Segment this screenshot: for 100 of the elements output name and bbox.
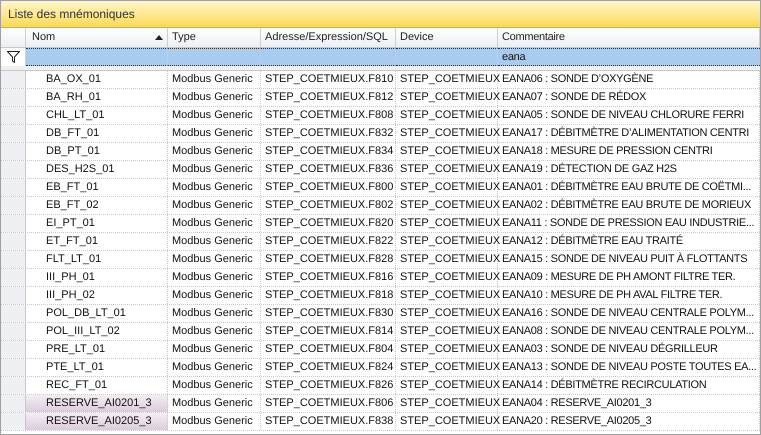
- table-cell: EB_FT_01: [26, 179, 168, 196]
- table-cell: III_PH_01: [26, 269, 168, 286]
- table-cell: POL_DB_LT_01: [26, 305, 168, 322]
- table-cell: Modbus Generic: [168, 359, 261, 376]
- table-cell: STEP_COETMIEUX.F828: [261, 251, 396, 268]
- column-header[interactable]: Type: [168, 28, 261, 47]
- table-cell: FLT_LT_01: [26, 251, 168, 268]
- table-cell: STEP_COETMIEUX.F818: [261, 287, 396, 304]
- table-cell: Modbus Generic: [168, 89, 261, 106]
- table-cell: BA_OX_01: [26, 71, 168, 88]
- row-indicator[interactable]: [1, 287, 26, 304]
- row-indicator[interactable]: [1, 233, 26, 250]
- row-indicator[interactable]: [1, 377, 26, 394]
- table-cell: Modbus Generic: [168, 413, 261, 430]
- table-cell: STEP_COETMIEUX: [396, 197, 498, 214]
- row-indicator[interactable]: [1, 359, 26, 376]
- table-cell: STEP_COETMIEUX.F808: [261, 107, 396, 124]
- table-cell: Modbus Generic: [168, 107, 261, 124]
- table-cell: Modbus Generic: [168, 269, 261, 286]
- table-cell: STEP_COETMIEUX: [396, 251, 498, 268]
- table-cell: REC_FT_01: [26, 377, 168, 394]
- table-cell: Modbus Generic: [168, 125, 261, 142]
- column-header[interactable]: Device: [396, 28, 498, 47]
- table-cell: RESERVE_AI0205_3: [26, 413, 168, 430]
- table-cell: STEP_COETMIEUX.F822: [261, 233, 396, 250]
- table-cell: Modbus Generic: [168, 251, 261, 268]
- table-cell: DB_FT_01: [26, 125, 168, 142]
- filter-field[interactable]: [26, 48, 168, 66]
- table-cell: Modbus Generic: [168, 377, 261, 394]
- table-cell: BA_RH_01: [26, 89, 168, 106]
- table-cell: STEP_COETMIEUX: [396, 143, 498, 160]
- table-cell: DES_H2S_01: [26, 161, 168, 178]
- table-cell: Modbus Generic: [168, 305, 261, 322]
- table-cell: STEP_COETMIEUX.F838: [261, 413, 396, 430]
- table-cell: STEP_COETMIEUX.F804: [261, 341, 396, 358]
- table-cell: STEP_COETMIEUX.F806: [261, 395, 396, 412]
- filter-field[interactable]: eana: [498, 48, 760, 66]
- filter-field[interactable]: [396, 48, 498, 66]
- table-cell: STEP_COETMIEUX.F826: [261, 377, 396, 394]
- table-cell: STEP_COETMIEUX: [396, 215, 498, 232]
- table-cell: STEP_COETMIEUX.F814: [261, 323, 396, 340]
- table-cell: STEP_COETMIEUX: [396, 269, 498, 286]
- row-indicator[interactable]: [1, 89, 26, 106]
- table-cell: III_PH_02: [26, 287, 168, 304]
- row-indicator[interactable]: [1, 143, 26, 160]
- table-cell: Modbus Generic: [168, 395, 261, 412]
- table-cell: STEP_COETMIEUX.F816: [261, 269, 396, 286]
- row-indicator[interactable]: [1, 215, 26, 232]
- column-header[interactable]: Nom: [26, 28, 168, 47]
- table-cell: STEP_COETMIEUX: [396, 125, 498, 142]
- row-indicator[interactable]: [1, 251, 26, 268]
- row-indicator[interactable]: [1, 269, 26, 286]
- table-cell: STEP_COETMIEUX: [396, 287, 498, 304]
- column-header[interactable]: Commentaire: [498, 28, 760, 47]
- table-cell: STEP_COETMIEUX: [396, 233, 498, 250]
- table-cell: Modbus Generic: [168, 197, 261, 214]
- table-cell: STEP_COETMIEUX.F832: [261, 125, 396, 142]
- column-header[interactable]: Adresse/Expression/SQL: [261, 28, 396, 47]
- table-cell: STEP_COETMIEUX: [396, 161, 498, 178]
- table-cell: DB_PT_01: [26, 143, 168, 160]
- row-indicator[interactable]: [1, 323, 26, 340]
- table-cell: STEP_COETMIEUX: [396, 305, 498, 322]
- table-cell: ET_FT_01: [26, 233, 168, 250]
- row-indicator[interactable]: [1, 107, 26, 124]
- table-cell: STEP_COETMIEUX: [396, 323, 498, 340]
- table-cell: STEP_COETMIEUX: [396, 413, 498, 430]
- table-cell: CHL_LT_01: [26, 107, 168, 124]
- table-cell: STEP_COETMIEUX: [396, 377, 498, 394]
- table-cell: STEP_COETMIEUX.F820: [261, 215, 396, 232]
- table-cell: EI_PT_01: [26, 215, 168, 232]
- filter-icon[interactable]: [6, 51, 20, 63]
- table-cell: STEP_COETMIEUX.F810: [261, 71, 396, 88]
- table-cell: STEP_COETMIEUX.F800: [261, 179, 396, 196]
- table-cell: STEP_COETMIEUX: [396, 89, 498, 106]
- table-cell: Modbus Generic: [168, 287, 261, 304]
- table-cell: Modbus Generic: [168, 161, 261, 178]
- row-indicator[interactable]: [1, 125, 26, 142]
- table-cell: STEP_COETMIEUX: [396, 359, 498, 376]
- filter-field[interactable]: [261, 48, 396, 66]
- row-indicator[interactable]: [1, 197, 26, 214]
- table-cell: STEP_COETMIEUX.F830: [261, 305, 396, 322]
- table-cell: STEP_COETMIEUX: [396, 107, 498, 124]
- table-cell: STEP_COETMIEUX.F802: [261, 197, 396, 214]
- row-indicator[interactable]: [1, 341, 26, 358]
- row-indicator[interactable]: [1, 305, 26, 322]
- table-cell: Modbus Generic: [168, 323, 261, 340]
- table-cell: PRE_LT_01: [26, 341, 168, 358]
- table-cell: POL_III_LT_02: [26, 323, 168, 340]
- table-cell: STEP_COETMIEUX.F824: [261, 359, 396, 376]
- filter-field[interactable]: [168, 48, 261, 66]
- row-indicator[interactable]: [1, 395, 26, 412]
- row-indicator[interactable]: [1, 413, 26, 430]
- table-cell: Modbus Generic: [168, 341, 261, 358]
- row-indicator[interactable]: [1, 179, 26, 196]
- table-cell: STEP_COETMIEUX: [396, 395, 498, 412]
- table-cell: STEP_COETMIEUX.F812: [261, 89, 396, 106]
- table-cell: Modbus Generic: [168, 233, 261, 250]
- row-indicator[interactable]: [1, 161, 26, 178]
- table-cell: STEP_COETMIEUX: [396, 179, 498, 196]
- row-indicator[interactable]: [1, 71, 26, 88]
